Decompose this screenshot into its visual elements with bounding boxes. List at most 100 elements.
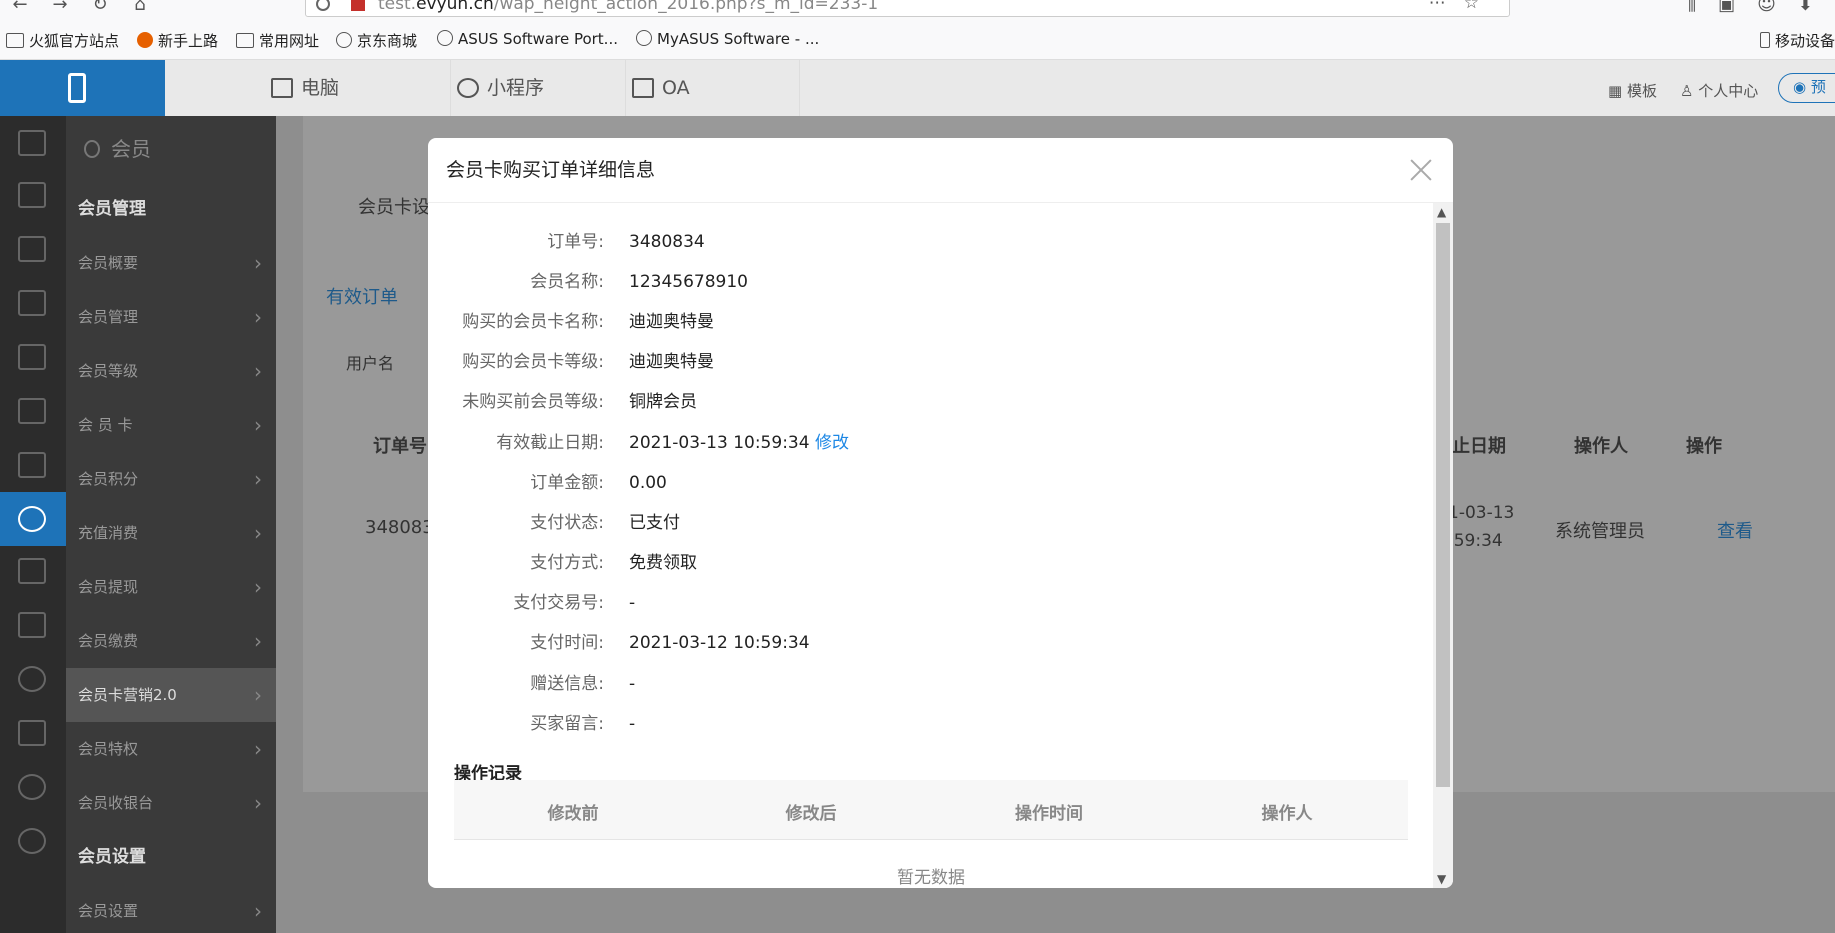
modal-header: 会员卡购买订单详细信息 (428, 138, 1453, 203)
image-icon[interactable] (18, 344, 46, 370)
browser-nav: ← → ↻ ⌂ (0, 0, 160, 15)
scrollbar-thumb[interactable] (1436, 223, 1450, 787)
briefcase-icon[interactable] (18, 398, 46, 424)
field-order-amount: 订单金额: 0.00 (530, 473, 667, 493)
url-text[interactable]: test.evyun.cn/wap_height_action_2016.php… (378, 0, 878, 14)
calendar-icon (632, 78, 654, 98)
row-operator: 系统管理员 (1555, 521, 1645, 542)
scroll-up-icon[interactable]: ▲ (1437, 205, 1446, 219)
folder-icon (236, 33, 254, 48)
field-payment-method: 支付方式: 免费领取 (530, 553, 697, 573)
close-icon[interactable] (1409, 158, 1433, 182)
globe-icon (636, 30, 652, 46)
mail-icon[interactable] (18, 236, 46, 262)
address-bar[interactable]: test.evyun.cn/wap_height_action_2016.php… (305, 0, 1510, 17)
clipboard-icon[interactable] (18, 452, 46, 478)
bookmark-item[interactable]: 火狐官方站点 (6, 30, 119, 51)
col-time: 操作时间 (1015, 804, 1083, 824)
grid-icon[interactable] (18, 612, 46, 638)
chart-icon[interactable] (18, 720, 46, 746)
sidebar: 会员 会员管理 会员概要 会员管理 会员等级 会 员 卡 会员积分 充值消费 会… (66, 116, 276, 933)
sidebar-item[interactable]: 会员缴费 (66, 614, 276, 668)
field-payment-status: 支付状态: 已支付 (530, 513, 680, 533)
sidebar-item[interactable]: 会员收银台 (66, 776, 276, 830)
phone-icon (1760, 32, 1770, 48)
field-member-name: 会员名称: 12345678910 (530, 272, 748, 292)
col-end-date: 止日期 (1452, 436, 1506, 457)
col-after: 修改后 (785, 804, 837, 824)
preview-button[interactable]: ◉ 预 (1778, 73, 1835, 103)
tab-pc[interactable]: 电脑 (265, 60, 451, 116)
gear-icon[interactable] (18, 828, 46, 854)
field-payment-time: 支付时间: 2021-03-12 10:59:34 (530, 633, 810, 653)
col-operator: 操作人 (1261, 804, 1313, 824)
site-info-icon[interactable] (316, 0, 330, 11)
username-filter[interactable]: 用户名 (346, 350, 394, 374)
urlbar-actions[interactable]: ⋯☆ (1429, 0, 1497, 13)
plugin-icon[interactable] (18, 182, 46, 208)
app-header: 电脑 小程序 OA ▦ 模板 ♙ 个人中心 ◉ 预 (0, 60, 1835, 116)
sidebar-section-title: 会员设置 (78, 847, 146, 867)
modal-scrollbar[interactable]: ▲ ▼ (1433, 203, 1453, 888)
site-favicon (351, 0, 365, 11)
sidebar-item[interactable]: 会员特权 (66, 722, 276, 776)
field-previous-level: 未购买前会员等级: 铜牌会员 (462, 392, 697, 412)
tab-miniprogram[interactable]: 小程序 (451, 60, 626, 116)
paw-icon[interactable] (18, 774, 46, 800)
sidebar-item[interactable]: 会员设置 (66, 884, 276, 933)
sidebar-item-selected[interactable]: 会员卡营销2.0 (66, 668, 276, 722)
dashboard-icon[interactable] (18, 130, 46, 156)
check-badge-icon[interactable] (18, 666, 46, 692)
sidebar-item[interactable]: 会员概要 (66, 236, 276, 290)
row-view-link[interactable]: 查看 (1717, 517, 1753, 543)
sidebar-item[interactable]: 会 员 卡 (66, 398, 276, 452)
firefox-icon (137, 32, 153, 48)
records-header: 修改前 修改后 操作时间 操作人 (454, 780, 1408, 840)
forward-icon[interactable]: → (40, 0, 80, 15)
bookmark-item[interactable]: 移动设备 (1760, 30, 1835, 51)
document-icon[interactable] (18, 290, 46, 316)
field-transaction-no: 支付交易号: - (513, 593, 636, 613)
home-icon[interactable]: ⌂ (120, 0, 160, 15)
modal-body: 订单号: 3480834 会员名称: 12345678910 购买的会员卡名称: 迪迦… (428, 203, 1433, 888)
tab-valid-orders[interactable]: 有效订单 (326, 283, 398, 309)
back-icon[interactable]: ← (0, 0, 40, 15)
modal-title: 会员卡购买订单详细信息 (446, 159, 656, 181)
mobile-tab[interactable] (0, 60, 165, 116)
members-rail-item[interactable] (0, 492, 66, 546)
bookmark-item[interactable]: MyASUS Software - ... (636, 30, 819, 48)
sidebar-item[interactable]: 充值消费 (66, 506, 276, 560)
sidebar-item[interactable]: 会员积分 (66, 452, 276, 506)
scroll-down-icon[interactable]: ▼ (1437, 872, 1446, 886)
field-buyer-message: 买家留言: - (530, 714, 636, 734)
tab-oa[interactable]: OA (626, 60, 800, 116)
col-order-no: 订单号 (373, 436, 427, 457)
col-action: 操作 (1686, 436, 1722, 457)
sidebar-item[interactable]: 会员提现 (66, 560, 276, 614)
sidebar-item[interactable]: 会员等级 (66, 344, 276, 398)
monitor-icon (271, 78, 293, 98)
sidebar-item[interactable]: 会员管理 (66, 290, 276, 344)
globe-icon (336, 32, 352, 48)
user-center-link[interactable]: ♙ 个人中心 (1680, 80, 1758, 101)
tag-icon[interactable] (18, 558, 46, 584)
user-icon (84, 140, 100, 158)
bookmark-item[interactable]: 京东商城 (336, 30, 417, 51)
col-before: 修改前 (547, 804, 599, 824)
bookmark-item[interactable]: 常用网址 (236, 30, 319, 51)
members-icon (18, 506, 46, 532)
browser-toolbar: ← → ↻ ⌂ test.evyun.cn/wap_height_action_201… (0, 0, 1835, 18)
edit-expiry-link[interactable]: 修改 (815, 433, 849, 453)
template-link[interactable]: ▦ 模板 (1608, 80, 1657, 101)
bookmark-item[interactable]: 新手上路 (137, 30, 218, 51)
icon-rail (0, 116, 66, 933)
field-gift-info: 赠送信息: - (530, 674, 636, 694)
field-card-name: 购买的会员卡名称: 迪迦奥特曼 (462, 312, 714, 332)
tab-card-settings[interactable]: 会员卡设 (358, 193, 430, 219)
folder-icon (6, 33, 24, 48)
bookmark-item[interactable]: ASUS Software Port... (437, 30, 618, 48)
reload-icon[interactable]: ↻ (80, 0, 120, 15)
link-icon (457, 78, 479, 98)
browser-tools[interactable]: ⫼▣☺⬇ (1688, 0, 1835, 15)
row-order-no: 348083 (365, 517, 434, 538)
